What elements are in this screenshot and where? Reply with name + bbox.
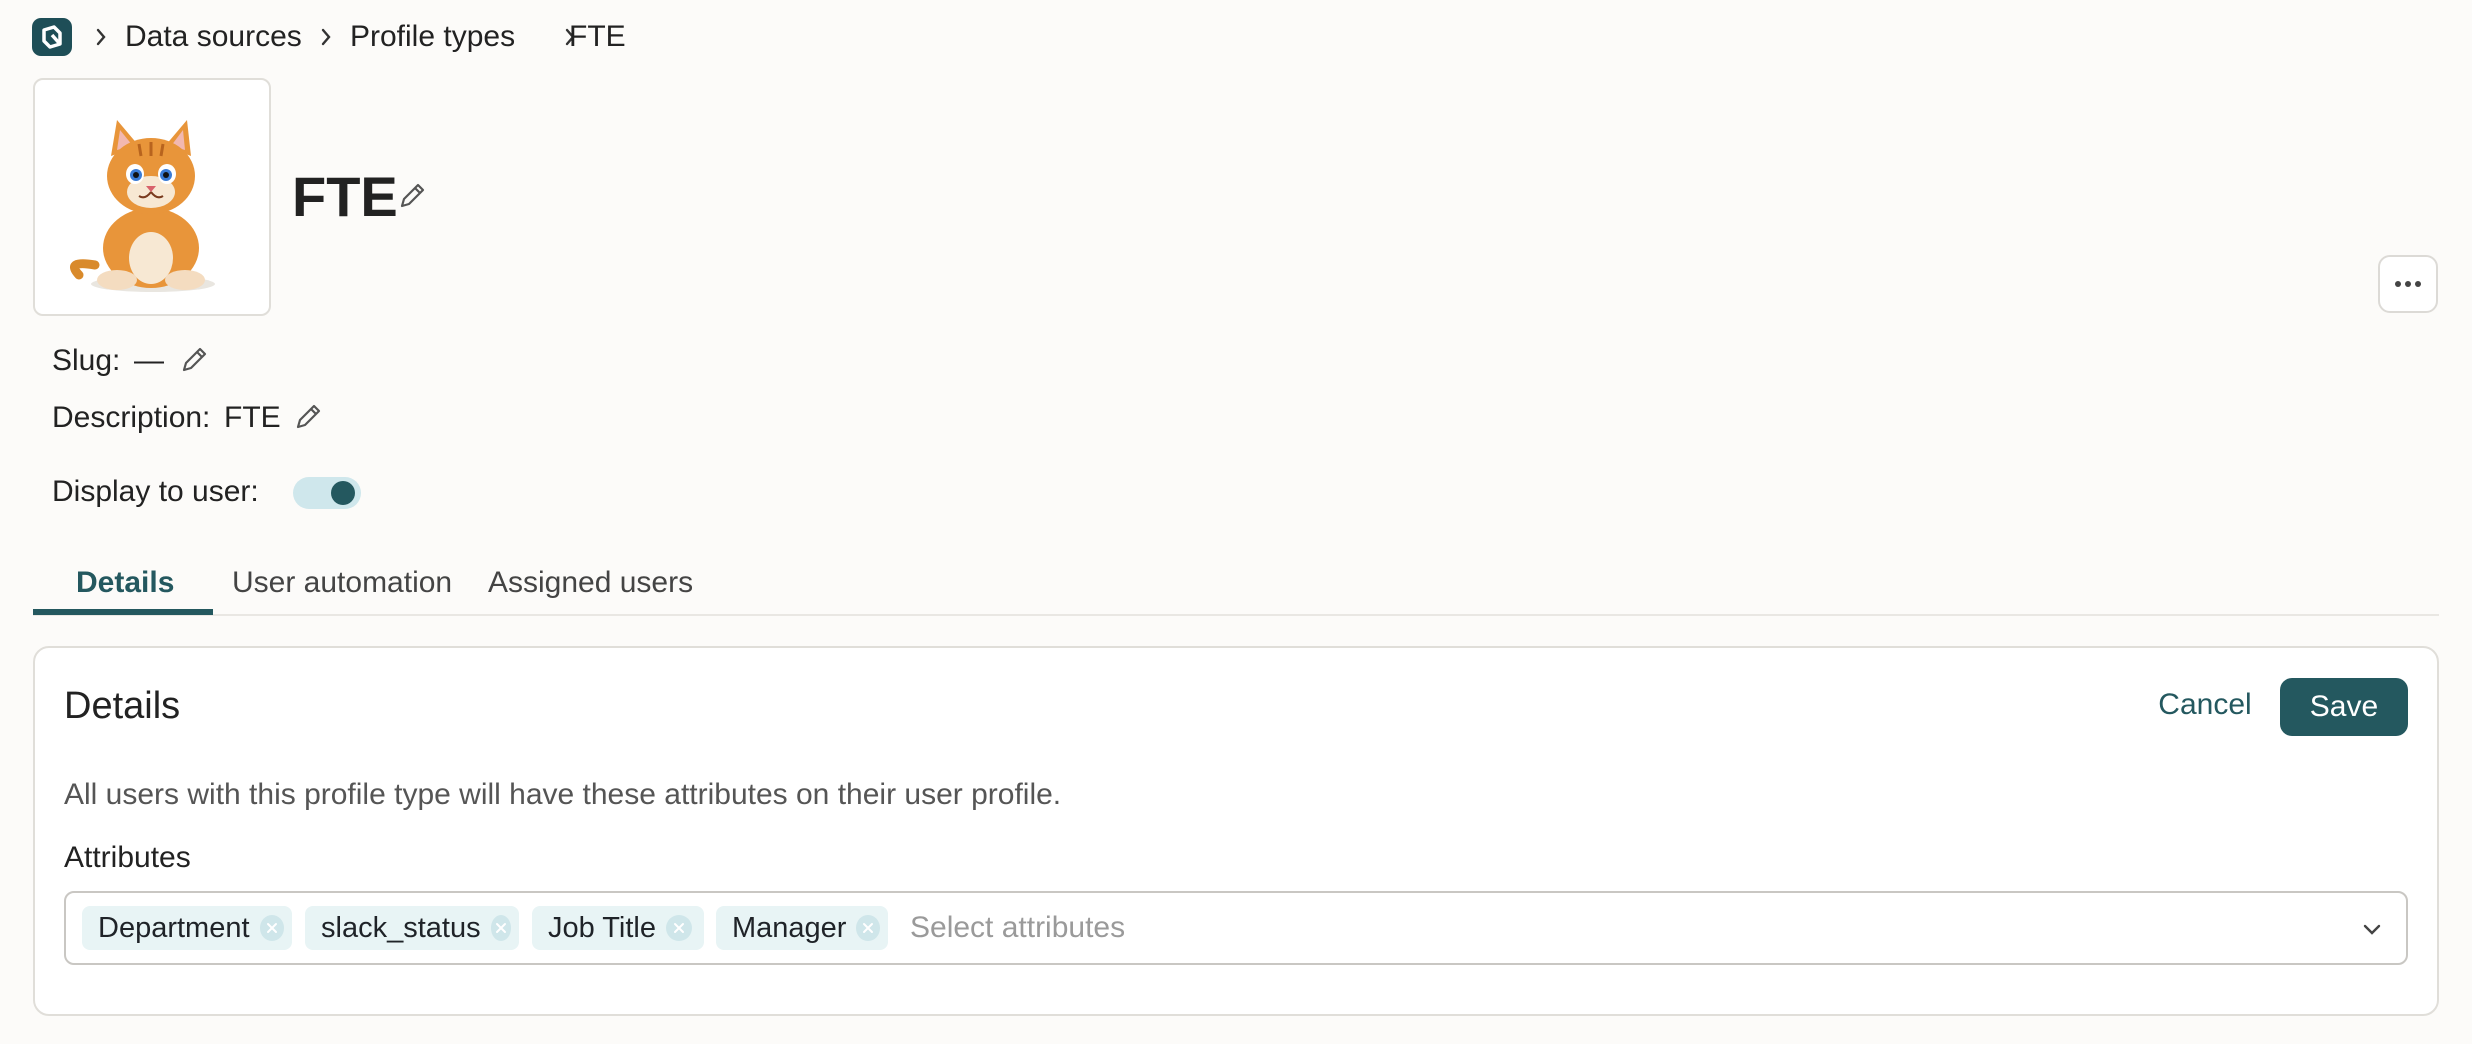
attribute-chip-job-title: Job Title	[532, 906, 704, 950]
save-button[interactable]: Save	[2280, 678, 2408, 736]
chip-label: Department	[98, 911, 250, 944]
chip-label: Manager	[732, 911, 847, 944]
chevron-down-icon[interactable]	[2356, 913, 2388, 945]
attribute-chip-manager: Manager	[716, 906, 888, 950]
edit-description-pencil-icon[interactable]	[290, 399, 326, 435]
active-tab-indicator	[33, 609, 213, 615]
breadcrumb-item-current: FTE	[569, 20, 626, 53]
slug-label: Slug:	[52, 344, 121, 377]
tab-assigned-users[interactable]: Assigned users	[488, 563, 693, 603]
tab-user-automation[interactable]: User automation	[232, 563, 452, 603]
chip-label: slack_status	[321, 911, 481, 944]
toggle-knob	[331, 481, 355, 505]
attributes-label: Attributes	[64, 841, 191, 874]
tabs-divider	[33, 614, 2439, 616]
details-help-text: All users with this profile type will ha…	[64, 778, 1062, 811]
edit-title-pencil-icon[interactable]	[394, 178, 430, 214]
app-logo-icon[interactable]	[32, 18, 72, 56]
attributes-placeholder[interactable]: Select attributes	[910, 908, 1125, 948]
attribute-chip-slack-status: slack_status	[305, 906, 519, 950]
chevron-right-icon	[84, 20, 118, 54]
description-value: FTE	[224, 401, 281, 434]
chip-label: Job Title	[548, 911, 656, 944]
display-to-user-toggle[interactable]	[293, 477, 361, 509]
slug-value: —	[134, 344, 164, 377]
display-to-user-label: Display to user:	[52, 475, 259, 508]
cancel-button[interactable]: Cancel	[2150, 680, 2260, 730]
breadcrumb-item-profile-types[interactable]: Profile types	[350, 17, 515, 57]
profile-avatar[interactable]	[33, 78, 271, 316]
chevron-right-icon	[309, 20, 343, 54]
close-circle-icon[interactable]	[490, 915, 511, 941]
edit-slug-pencil-icon[interactable]	[176, 342, 212, 378]
more-horizontal-icon	[2394, 280, 2422, 288]
close-circle-icon[interactable]	[666, 915, 692, 941]
tab-details[interactable]: Details	[76, 563, 174, 603]
cat-avatar-icon	[70, 120, 215, 292]
page-title: FTE	[292, 165, 398, 228]
breadcrumb-item-data-sources[interactable]: Data sources	[125, 17, 302, 57]
close-circle-icon[interactable]	[856, 915, 880, 941]
close-circle-icon[interactable]	[259, 915, 284, 941]
more-options-button[interactable]	[2378, 255, 2438, 313]
details-title: Details	[64, 685, 181, 727]
description-label: Description:	[52, 401, 211, 434]
attribute-chip-department: Department	[82, 906, 292, 950]
